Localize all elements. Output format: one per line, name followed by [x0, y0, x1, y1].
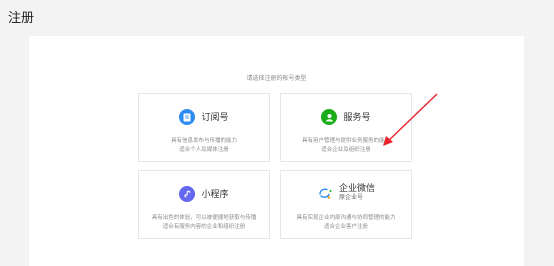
card-title: 企业微信: [338, 183, 375, 193]
card-description-line: 适合企业客户注册: [323, 224, 368, 230]
card-header: 企业微信 原企业号: [281, 184, 411, 201]
link-icon: [179, 186, 196, 202]
mini-program-card[interactable]: 小程序 具有出色的体验，可以被便捷地获取与传播 适合有服务内容的企业和组织注册: [138, 170, 270, 239]
card-description-line: 具有信息发布与传播的能力: [170, 138, 237, 144]
card-description-line: 具有出色的体验，可以被便捷地获取与传播: [151, 215, 257, 221]
card-header: 订阅号: [139, 109, 269, 125]
person-icon: [321, 109, 338, 125]
card-subtitle: 原企业号: [338, 195, 363, 201]
card-title: 小程序: [201, 188, 229, 199]
card-description: 具有实现企业内部沟通与协同管理的能力 适合企业客户注册: [281, 214, 411, 232]
card-title: 订阅号: [201, 111, 229, 122]
document-icon: [179, 109, 196, 125]
card-description-line: 具有实现企业内部沟通与协同管理的能力: [296, 215, 396, 221]
subscription-account-card[interactable]: 订阅号 具有信息发布与传播的能力 适合个人及媒体注册: [138, 93, 270, 162]
card-description: 具有信息发布与传播的能力 适合个人及媒体注册: [139, 137, 269, 155]
page-title: 注册: [8, 10, 35, 25]
panel-subtitle: 请选择注册的帐号类型: [246, 76, 307, 82]
account-type-panel: 请选择注册的帐号类型 订阅号 具有信息发布与传播的能力 适合个人及媒体注册 服务…: [29, 36, 524, 266]
card-header: 小程序: [139, 186, 269, 202]
card-title-group: 企业微信 原企业号: [338, 183, 375, 202]
card-description-line: 适合个人及媒体注册: [179, 147, 229, 153]
annotation-arrow-icon: [383, 93, 438, 146]
card-description-line: 适合有服务内容的企业和组织注册: [162, 224, 246, 230]
wework-card[interactable]: 企业微信 原企业号 具有实现企业内部沟通与协同管理的能力 适合企业客户注册: [280, 170, 412, 239]
card-title: 服务号: [343, 111, 371, 122]
wework-icon: [316, 184, 333, 201]
card-description: 具有出色的体验，可以被便捷地获取与传播 适合有服务内容的企业和组织注册: [139, 214, 269, 232]
